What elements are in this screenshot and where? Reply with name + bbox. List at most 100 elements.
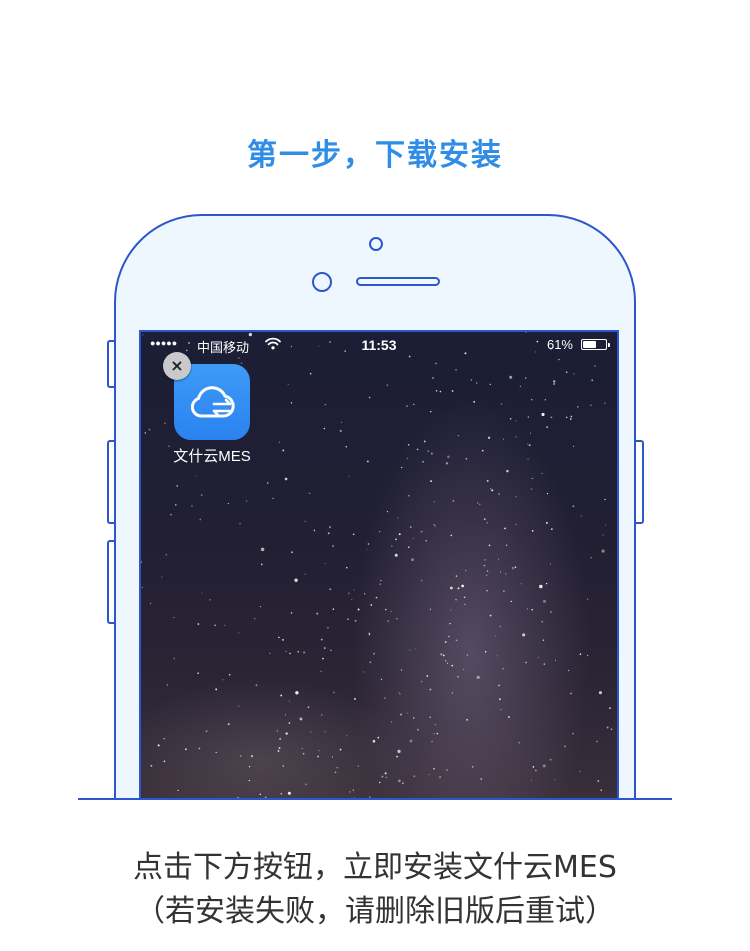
star bbox=[329, 588, 332, 591]
star bbox=[435, 362, 437, 365]
star bbox=[509, 375, 513, 379]
star bbox=[466, 654, 468, 656]
star bbox=[324, 731, 326, 733]
star bbox=[339, 429, 342, 433]
star bbox=[430, 480, 432, 483]
star bbox=[308, 492, 311, 495]
star bbox=[466, 719, 468, 721]
star bbox=[565, 371, 568, 374]
star bbox=[409, 739, 413, 743]
star bbox=[313, 529, 316, 532]
star bbox=[357, 608, 360, 611]
star bbox=[161, 576, 163, 578]
star bbox=[439, 776, 441, 778]
star bbox=[550, 416, 553, 419]
star bbox=[333, 691, 335, 694]
star bbox=[165, 554, 167, 556]
star bbox=[278, 441, 281, 444]
star bbox=[452, 499, 455, 502]
battery-cap bbox=[608, 343, 610, 347]
star bbox=[401, 466, 403, 469]
star bbox=[446, 769, 448, 771]
star bbox=[573, 373, 575, 375]
star bbox=[525, 661, 527, 664]
star bbox=[524, 377, 527, 379]
star bbox=[420, 680, 423, 683]
star bbox=[455, 368, 458, 371]
star bbox=[572, 505, 575, 508]
star bbox=[515, 420, 517, 422]
star bbox=[486, 574, 488, 576]
star bbox=[237, 705, 240, 708]
star bbox=[451, 692, 454, 694]
star bbox=[450, 609, 452, 611]
star bbox=[507, 716, 510, 719]
star bbox=[412, 537, 414, 540]
star bbox=[539, 584, 543, 589]
star bbox=[473, 401, 476, 403]
battery-level-fill bbox=[583, 341, 596, 348]
star bbox=[397, 517, 399, 519]
star bbox=[531, 608, 533, 611]
star bbox=[248, 766, 251, 768]
star bbox=[486, 479, 489, 482]
star bbox=[163, 737, 165, 740]
star bbox=[304, 520, 306, 522]
star bbox=[445, 462, 449, 465]
star bbox=[558, 358, 560, 361]
star bbox=[400, 669, 403, 671]
star bbox=[415, 647, 417, 649]
star bbox=[269, 652, 271, 655]
page: 第一步，下载安装 ●●●●● 中国移动 11:53 61% × 文什云MES 点… bbox=[0, 0, 750, 951]
star bbox=[227, 502, 229, 505]
star bbox=[141, 561, 142, 563]
star bbox=[413, 775, 416, 778]
star bbox=[307, 706, 310, 709]
star bbox=[546, 492, 549, 495]
star bbox=[431, 741, 433, 743]
star bbox=[486, 590, 488, 592]
star bbox=[381, 775, 384, 778]
star bbox=[442, 654, 445, 657]
star bbox=[505, 544, 508, 546]
star bbox=[487, 436, 491, 440]
star bbox=[285, 650, 287, 652]
star bbox=[566, 416, 568, 419]
step-title: 第一步，下载安装 bbox=[247, 138, 503, 173]
delete-app-button[interactable]: × bbox=[163, 352, 191, 380]
star bbox=[544, 399, 547, 401]
star bbox=[455, 575, 458, 577]
star bbox=[163, 760, 166, 763]
star bbox=[284, 477, 288, 481]
star bbox=[486, 570, 489, 572]
star bbox=[276, 730, 278, 732]
star bbox=[450, 534, 453, 536]
star bbox=[530, 432, 532, 434]
star bbox=[367, 543, 370, 545]
star bbox=[332, 545, 334, 548]
star bbox=[486, 522, 488, 524]
star bbox=[363, 593, 366, 595]
star bbox=[398, 533, 401, 536]
star bbox=[173, 657, 176, 660]
star bbox=[407, 546, 410, 548]
star bbox=[417, 728, 419, 731]
star bbox=[174, 504, 177, 506]
star bbox=[346, 735, 348, 737]
star bbox=[354, 697, 356, 700]
star bbox=[463, 596, 466, 599]
star bbox=[498, 493, 501, 495]
star bbox=[324, 404, 326, 406]
star bbox=[238, 632, 240, 634]
star bbox=[199, 518, 202, 521]
star bbox=[380, 678, 383, 681]
status-bar: ●●●●● 中国移动 11:53 61% bbox=[141, 332, 617, 358]
star bbox=[499, 625, 502, 628]
star bbox=[400, 713, 402, 716]
battery-percentage: 61% bbox=[546, 337, 573, 352]
star bbox=[288, 700, 291, 702]
star bbox=[341, 421, 343, 423]
star bbox=[290, 402, 293, 404]
star bbox=[240, 755, 242, 757]
star bbox=[573, 445, 575, 447]
